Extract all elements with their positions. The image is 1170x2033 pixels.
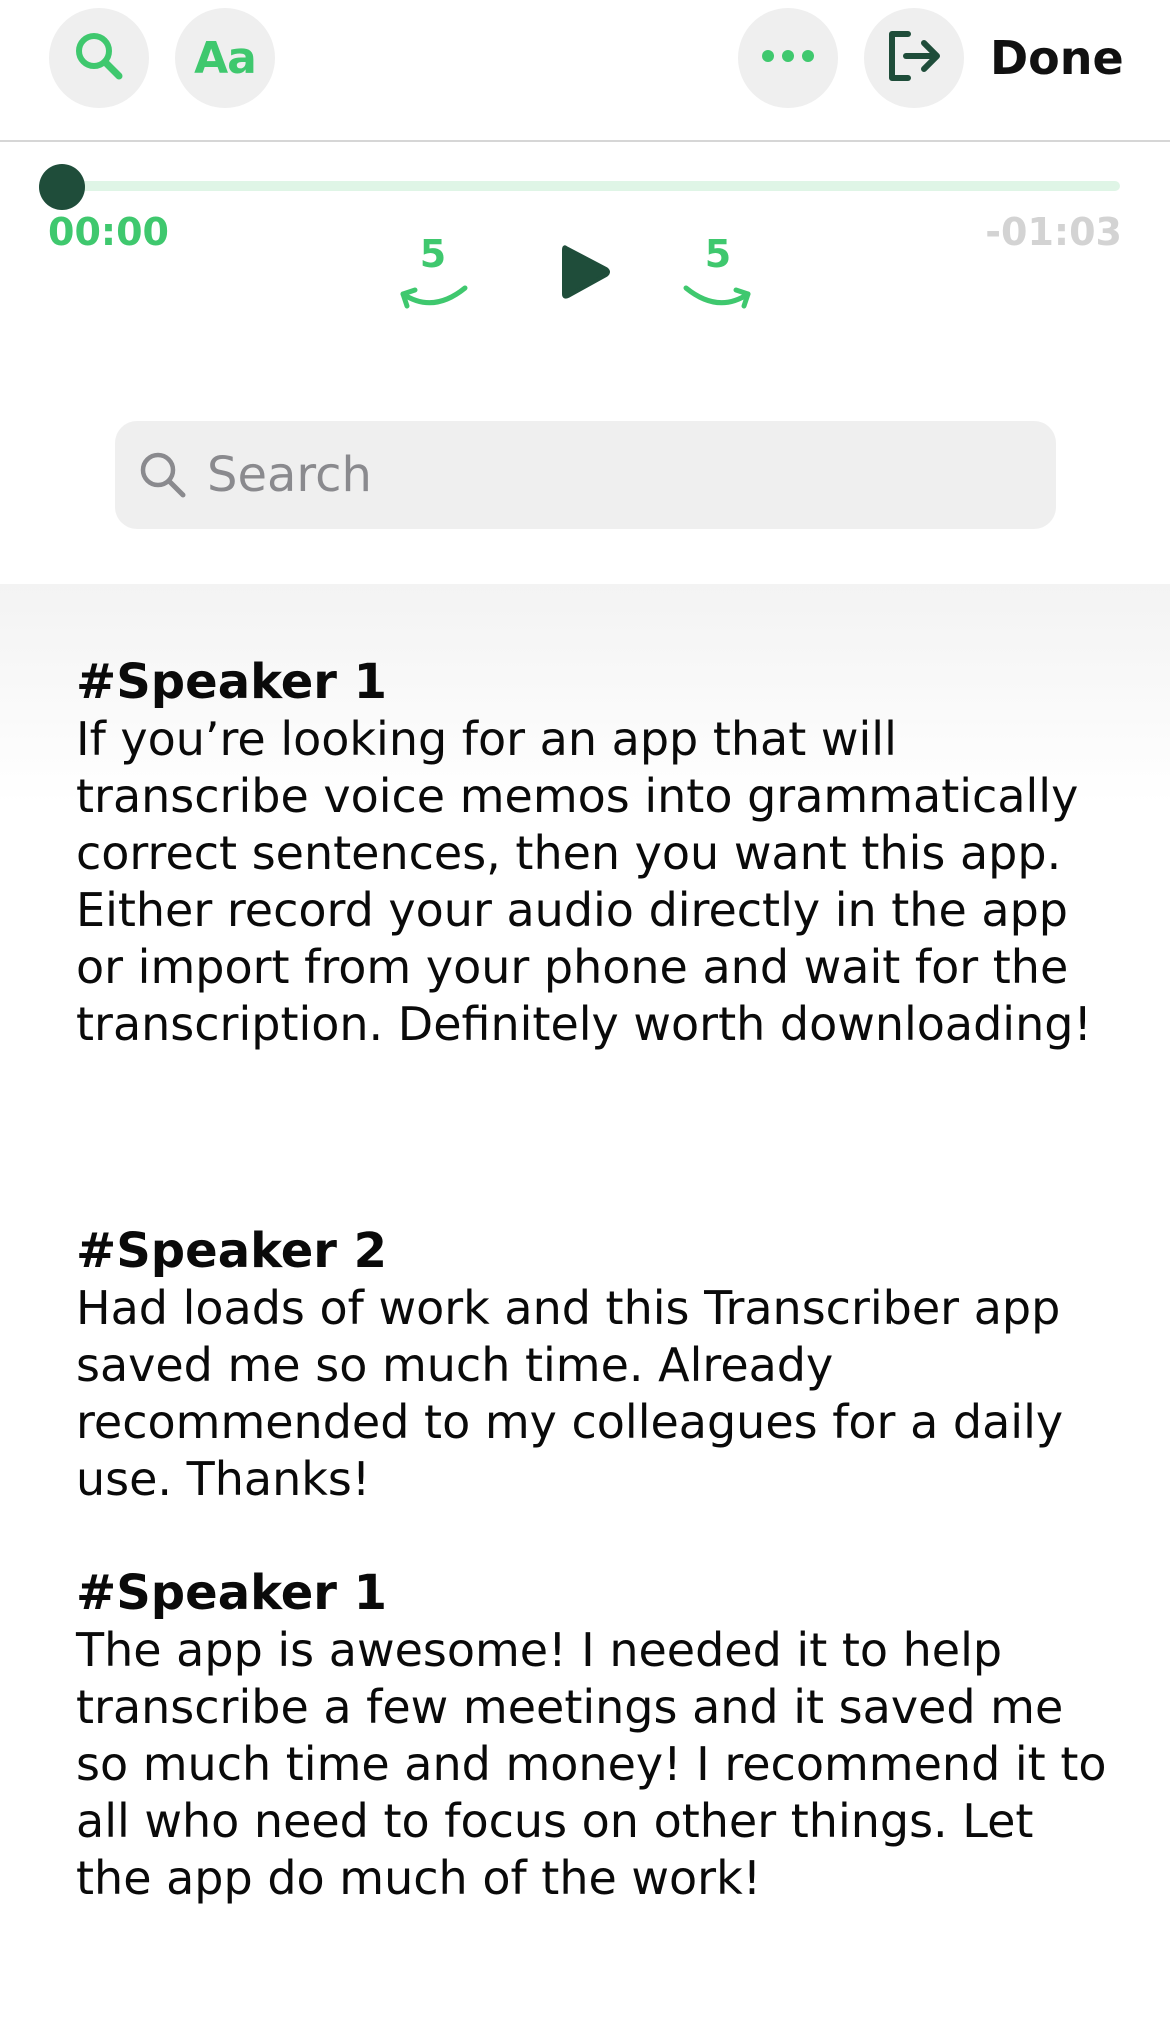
play-icon <box>552 245 616 308</box>
speaker-label: #Speaker 2 <box>76 1223 388 1279</box>
skip-back-button[interactable]: 5 <box>391 232 475 332</box>
search-button[interactable] <box>49 8 149 108</box>
export-icon <box>884 26 944 90</box>
export-button[interactable] <box>864 8 964 108</box>
speaker-label: #Speaker 1 <box>76 1565 388 1621</box>
more-options-button[interactable] <box>738 8 838 108</box>
playback-progress-bar[interactable] <box>62 181 1120 191</box>
forward-arrow-icon <box>680 280 756 320</box>
top-toolbar: Aa Done <box>0 0 1170 142</box>
skip-back-seconds: 5 <box>419 232 447 276</box>
skip-forward-button[interactable]: 5 <box>676 232 760 332</box>
play-button[interactable] <box>552 240 616 304</box>
remaining-time: -01:03 <box>985 210 1122 254</box>
transcript-search-bar[interactable] <box>115 421 1056 529</box>
transcript-editor-screen: Aa Done 00:00 -01:03 5 5 Search #Speaker… <box>0 0 1170 2033</box>
playback-scrubber-handle[interactable] <box>39 164 85 210</box>
segment-text[interactable]: The app is awesome! I needed it to help … <box>76 1622 1116 1907</box>
done-button[interactable]: Done <box>990 28 1124 88</box>
search-field-icon <box>137 449 189 505</box>
search-input[interactable] <box>207 439 1027 511</box>
transcript-segment[interactable]: #Speaker 2 Had loads of work and this Tr… <box>76 1223 1116 1508</box>
text-format-label: Aa <box>194 32 257 84</box>
elapsed-time: 00:00 <box>48 210 169 254</box>
text-format-button[interactable]: Aa <box>175 8 275 108</box>
segment-text[interactable]: If you’re looking for an app that will t… <box>76 711 1116 1053</box>
skip-forward-seconds: 5 <box>704 232 732 276</box>
transcript-segment[interactable]: #Speaker 1 The app is awesome! I needed … <box>76 1565 1116 1907</box>
rewind-arrow-icon <box>395 280 471 320</box>
speaker-label: #Speaker 1 <box>76 654 388 710</box>
search-icon <box>71 28 127 88</box>
segment-text[interactable]: Had loads of work and this Transcriber a… <box>76 1280 1116 1508</box>
more-icon <box>758 48 818 68</box>
transcript-body: #Speaker 1 If you’re looking for an app … <box>0 584 1170 2033</box>
transcript-segment[interactable]: #Speaker 1 If you’re looking for an app … <box>76 654 1116 1053</box>
